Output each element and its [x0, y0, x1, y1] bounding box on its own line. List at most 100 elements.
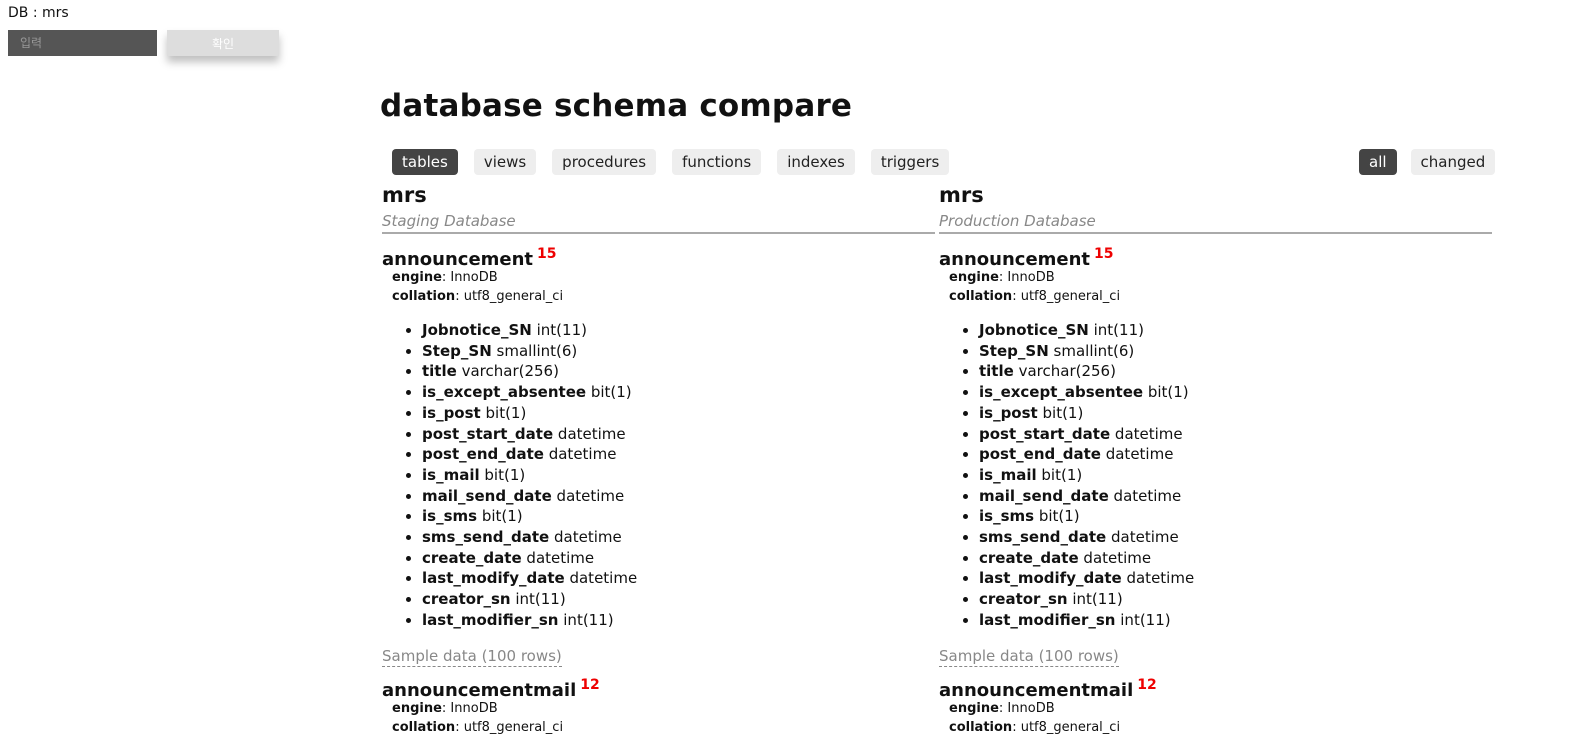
page-title: database schema compare [380, 88, 853, 124]
db-name: mrs [939, 183, 984, 207]
column-name: create_date [422, 548, 522, 567]
column-name: post_start_date [979, 424, 1111, 443]
column-item: sms_send_date datetime [422, 527, 935, 548]
column-item: is_mail bit(1) [979, 465, 1492, 486]
table-block: announcement 15 engine: InnoDB collation:… [382, 238, 935, 667]
column-item: Step_SN smallint(6) [422, 341, 935, 362]
column-type: bit(1) [1147, 383, 1189, 402]
column-item: Jobnotice_SN int(11) [979, 320, 1492, 341]
table-heading: announcementmail 12 [382, 669, 935, 701]
column-type: int(11) [1120, 610, 1171, 629]
column-item: is_post bit(1) [422, 403, 935, 424]
collation-row: collation: utf8_general_ci [392, 719, 564, 735]
collation-label: collation [392, 719, 456, 735]
engine-row: engine: InnoDB [392, 700, 498, 716]
column-item: is_except_absentee bit(1) [422, 382, 935, 403]
table-name: announcement [939, 249, 1091, 270]
staging-column: mrs Staging Database announcement 15 engi… [382, 180, 935, 737]
column-name: sms_send_date [979, 528, 1107, 547]
engine-label: engine [392, 700, 442, 716]
tab-indexes[interactable]: indexes [777, 149, 855, 175]
column-type: int(11) [536, 321, 587, 339]
column-name: Step_SN [422, 341, 492, 360]
column-type: int(11) [1093, 321, 1144, 339]
db-input[interactable] [8, 30, 157, 56]
column-item: is_except_absentee bit(1) [979, 382, 1492, 403]
column-item: mail_send_date datetime [979, 486, 1492, 507]
column-type: datetime [1111, 528, 1179, 547]
column-item: creator_sn int(11) [979, 589, 1492, 610]
column-item: is_post bit(1) [979, 403, 1492, 424]
table-block: announcement 15 engine: InnoDB collation:… [939, 238, 1492, 667]
engine-row: engine: InnoDB [949, 270, 1055, 285]
db-name: mrs [382, 183, 427, 207]
tab-procedures[interactable]: procedures [552, 149, 657, 175]
table-heading: announcement 15 [382, 238, 935, 270]
column-type: int(11) [515, 590, 566, 609]
column-type: bit(1) [590, 383, 632, 402]
collation-value: utf8_general_ci [463, 719, 564, 735]
tab-views[interactable]: views [473, 149, 537, 175]
column-item: post_end_date datetime [979, 444, 1492, 465]
column-name: post_start_date [422, 424, 554, 443]
column-type: datetime [526, 548, 595, 567]
collation-row: collation: utf8_general_ci [392, 289, 564, 304]
column-name: post_end_date [979, 445, 1101, 464]
collation-label: collation [392, 289, 456, 304]
column-type: varchar(256) [461, 362, 559, 381]
engine-label: engine [392, 270, 442, 285]
engine-value: InnoDB [450, 270, 498, 285]
engine-label: engine [949, 700, 999, 716]
column-name: is_except_absentee [422, 383, 587, 402]
column-item: title varchar(256) [979, 361, 1492, 382]
column-type: smallint(6) [496, 341, 578, 360]
table-heading: announcementmail 12 [939, 669, 1492, 701]
table-name: announcementmail [939, 679, 1134, 701]
column-item: Jobnotice_SN int(11) [422, 320, 935, 341]
column-type: bit(1) [485, 403, 527, 422]
column-name: last_modify_date [422, 569, 565, 588]
db-type: Staging Database [382, 210, 935, 234]
column-type: datetime [1113, 486, 1182, 505]
column-item: post_start_date datetime [979, 424, 1492, 445]
column-item: Step_SN smallint(6) [979, 341, 1492, 362]
column-type: datetime [1126, 569, 1195, 588]
column-item: post_start_date datetime [422, 424, 935, 445]
production-column: mrs Production Database announcement 15 e… [939, 180, 1492, 737]
table-block: announcementmail 12 engine: InnoDB collat… [939, 669, 1492, 737]
column-type: datetime [557, 424, 626, 443]
column-item: creator_sn int(11) [422, 589, 935, 610]
table-meta: engine: InnoDB collation: utf8_general_c… [939, 699, 1492, 737]
tab-functions[interactable]: functions [672, 149, 762, 175]
column-type: bit(1) [484, 465, 526, 484]
table-block: announcementmail 12 engine: InnoDB collat… [382, 669, 935, 737]
sample-data-link[interactable]: Sample data (100 rows) [939, 647, 1119, 667]
column-name: is_sms [422, 507, 478, 526]
column-type: datetime [569, 569, 638, 588]
filter-changed[interactable]: changed [1410, 149, 1496, 175]
column-item: last_modifier_sn int(11) [979, 610, 1492, 631]
engine-row: engine: InnoDB [949, 700, 1055, 716]
table-name: announcement [382, 249, 534, 270]
column-item: last_modify_date datetime [979, 568, 1492, 589]
column-type: bit(1) [1041, 465, 1083, 484]
column-item: post_end_date datetime [422, 444, 935, 465]
table-count: 12 [580, 676, 600, 693]
column-type: datetime [1083, 548, 1152, 567]
tab-tables[interactable]: tables [392, 149, 458, 175]
column-name: is_mail [979, 465, 1037, 484]
column-name: Step_SN [979, 341, 1049, 360]
column-type: smallint(6) [1053, 341, 1135, 360]
filter-all[interactable]: all [1359, 149, 1397, 175]
column-list: Jobnotice_SN int(11) Step_SN smallint(6)… [382, 320, 935, 631]
table-heading: announcement 15 [939, 238, 1492, 270]
db-label: DB : mrs [8, 5, 69, 21]
change-filter: all changed [1359, 149, 1496, 175]
sample-data-link[interactable]: Sample data (100 rows) [382, 647, 562, 667]
collation-value: utf8_general_ci [1020, 289, 1121, 304]
tab-triggers[interactable]: triggers [870, 149, 950, 175]
db-selector: 확인 [8, 30, 279, 56]
column-name: Jobnotice_SN [422, 321, 532, 339]
engine-row: engine: InnoDB [392, 270, 498, 285]
confirm-button[interactable]: 확인 [167, 30, 279, 56]
